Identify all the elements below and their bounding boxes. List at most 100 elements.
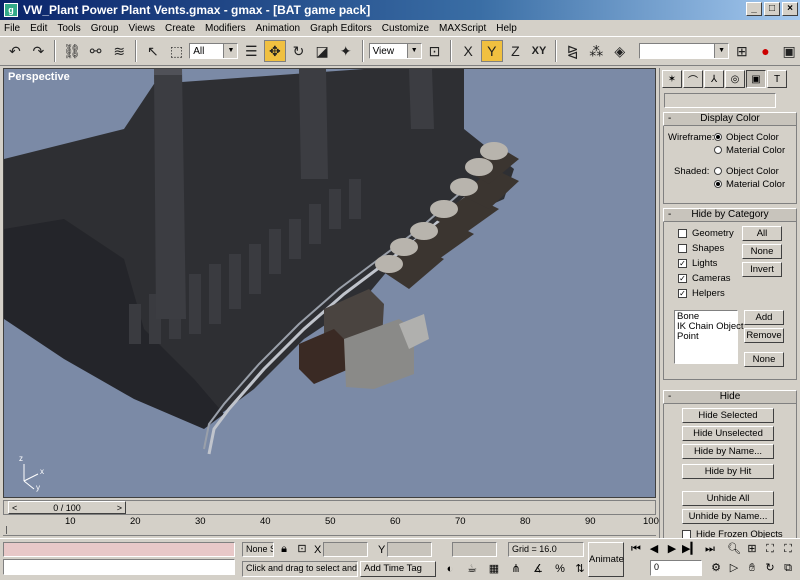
menu-graph-editors[interactable]: Graph Editors (310, 23, 372, 34)
list-remove-button[interactable]: Remove (744, 328, 784, 343)
percent-snap-icon[interactable]: % (552, 561, 568, 577)
material-editor-icon[interactable]: ⊞ (731, 40, 753, 62)
object-name-field[interactable] (664, 93, 776, 108)
restrict-x-button[interactable]: X (457, 40, 479, 62)
play-icon[interactable]: ▶ (664, 541, 680, 557)
teapot-icon[interactable]: ☕︎ (464, 561, 480, 577)
menu-file[interactable]: File (4, 23, 20, 34)
maximize-viewport-icon[interactable]: ⧉ (780, 560, 796, 576)
menu-edit[interactable]: Edit (30, 23, 47, 34)
list-none-button[interactable]: None (744, 352, 784, 367)
wireframe-toggle-icon[interactable]: ◐ (442, 561, 458, 577)
restrict-xy-button[interactable]: XY (528, 40, 550, 62)
undo-icon[interactable]: ↶ (4, 40, 26, 62)
unhide-by-name-button[interactable]: Unhide by Name... (682, 509, 774, 524)
utilities-tab-icon[interactable]: T (767, 70, 787, 88)
cameras-checkbox[interactable]: ✓ Cameras (678, 273, 731, 284)
menu-modifiers[interactable]: Modifiers (205, 23, 246, 34)
next-frame-icon[interactable]: ▶▎ (682, 541, 699, 557)
time-configuration-icon[interactable]: ⚙ (708, 560, 724, 576)
timeline-ruler[interactable]: 10 20 30 40 50 60 70 80 90 100 (3, 516, 659, 536)
category-list[interactable]: Bone IK Chain Object Point (674, 310, 744, 364)
absolute-mode-icon[interactable]: ⊡ (294, 541, 310, 557)
geometry-checkbox[interactable]: Geometry (678, 228, 734, 239)
menu-animation[interactable]: Animation (256, 23, 300, 34)
wireframe-material-color-radio[interactable]: Material Color (714, 145, 785, 156)
select-and-move-icon[interactable]: ✥ (264, 40, 286, 62)
cube-icon[interactable]: ▦ (486, 561, 502, 577)
menu-maxscript[interactable]: MAXScript (439, 23, 486, 34)
unlink-icon[interactable]: ⚯ (85, 40, 107, 62)
maxscript-listener-white[interactable] (3, 559, 235, 575)
select-object-icon[interactable]: ↖ (142, 40, 164, 62)
unhide-all-button[interactable]: Unhide All (682, 491, 774, 506)
pivot-center-icon[interactable]: ⊡ (424, 40, 446, 62)
create-tab-icon[interactable]: ✶ (662, 70, 682, 88)
x-coordinate-field[interactable] (323, 542, 368, 557)
helpers-checkbox[interactable]: ✓ Helpers (678, 288, 725, 299)
select-by-name-icon[interactable]: ☰ (240, 40, 262, 62)
shaded-object-color-radio[interactable]: Object Color (714, 166, 779, 177)
angle-snap-icon[interactable]: ∡ (530, 561, 546, 577)
link-icon[interactable]: ⛓ (61, 40, 83, 62)
zoom-extents-icon[interactable]: ⛶ (762, 541, 778, 557)
time-slider-thumb[interactable]: < 0 / 100 > (8, 501, 126, 514)
bind-space-warp-icon[interactable]: ≋ (108, 40, 130, 62)
named-selection-dropdown[interactable] (638, 43, 730, 59)
maximize-button[interactable]: □ (764, 2, 780, 16)
shaded-material-color-radio[interactable]: Material Color (714, 179, 785, 190)
modify-tab-icon[interactable]: ⌒ (683, 70, 703, 88)
shapes-checkbox[interactable]: Shapes (678, 243, 724, 254)
add-time-tag-button[interactable]: Add Time Tag (360, 561, 436, 577)
go-to-start-icon[interactable]: ⏮ (628, 541, 644, 557)
menu-views[interactable]: Views (129, 23, 156, 34)
hide-by-hit-button[interactable]: Hide by Hit (682, 464, 774, 479)
hide-unselected-button[interactable]: Hide Unselected (682, 426, 774, 441)
slider-prev-button[interactable]: < (12, 503, 17, 513)
hide-by-name-button[interactable]: Hide by Name... (682, 444, 774, 459)
restrict-z-button[interactable]: Z (505, 40, 527, 62)
field-of-view-icon[interactable]: ▷ (726, 560, 742, 576)
z-coordinate-field[interactable] (452, 542, 497, 557)
perspective-viewport[interactable]: Perspective x z y (3, 68, 656, 498)
render-icon[interactable]: ● (755, 40, 777, 62)
menu-create[interactable]: Create (165, 23, 195, 34)
array-icon[interactable]: ⁂ (585, 40, 607, 62)
display-tab-icon[interactable]: ▣ (746, 70, 766, 88)
menu-group[interactable]: Group (91, 23, 119, 34)
arc-rotate-icon[interactable]: ↻ (762, 560, 778, 576)
hide-by-category-rollout-header[interactable]: - Hide by Category (663, 208, 797, 222)
menu-tools[interactable]: Tools (57, 23, 80, 34)
go-to-end-icon[interactable]: ⏭ (702, 541, 718, 557)
close-button[interactable]: × (782, 2, 798, 16)
select-and-manipulate-icon[interactable]: ✦ (335, 40, 357, 62)
motion-tab-icon[interactable]: ◎ (725, 70, 745, 88)
align-icon[interactable]: ◈ (609, 40, 631, 62)
minimize-button[interactable]: _ (746, 2, 762, 16)
region-select-icon[interactable]: ⬚ (166, 40, 188, 62)
current-frame-field[interactable]: 0 (650, 560, 702, 576)
category-none-button[interactable]: None (742, 244, 782, 259)
category-invert-button[interactable]: Invert (742, 262, 782, 277)
previous-frame-icon[interactable]: ◀ (646, 541, 662, 557)
mirror-icon[interactable]: ⧎ (562, 40, 584, 62)
slider-next-button[interactable]: > (117, 503, 122, 513)
list-item[interactable]: Point (677, 332, 735, 342)
animate-button[interactable]: Animate (588, 542, 624, 577)
maxscript-listener-pink[interactable] (3, 542, 235, 557)
reference-coord-dropdown[interactable]: View (368, 43, 422, 59)
menu-help[interactable]: Help (496, 23, 517, 34)
zoom-icon[interactable]: 🔍︎ (726, 541, 742, 557)
select-and-scale-icon[interactable]: ◪ (311, 40, 333, 62)
time-slider-track[interactable]: < 0 / 100 > (3, 500, 656, 515)
category-all-button[interactable]: All (742, 226, 782, 241)
select-and-rotate-icon[interactable]: ↻ (288, 40, 310, 62)
render-settings-icon[interactable]: ▣ (778, 40, 800, 62)
spinner-snap-icon[interactable]: ⇅ (572, 561, 588, 577)
magnet-snap-icon[interactable]: ⋔ (508, 561, 524, 577)
wireframe-object-color-radio[interactable]: Object Color (714, 132, 779, 143)
hide-rollout-header[interactable]: - Hide (663, 390, 797, 404)
list-add-button[interactable]: Add (744, 310, 784, 325)
zoom-all-icon[interactable]: ⊞ (744, 541, 760, 557)
display-color-rollout-header[interactable]: - Display Color (663, 112, 797, 126)
